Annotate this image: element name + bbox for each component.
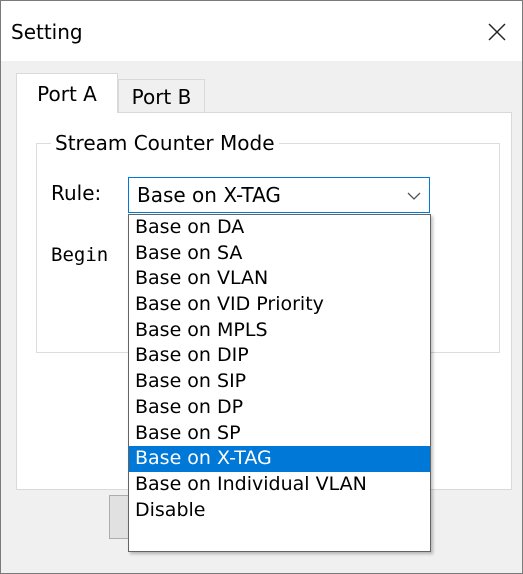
dropdown-option[interactable]: Base on SIP [129, 369, 430, 395]
dropdown-option[interactable]: Disable [129, 498, 430, 524]
dropdown-option[interactable]: Base on SP [129, 421, 430, 447]
tab-port-a-label: Port A [37, 81, 97, 106]
dropdown-option[interactable]: Base on X-TAG [129, 446, 430, 472]
dropdown-option[interactable]: Base on VLAN [129, 266, 430, 292]
tab-port-b-label: Port B [131, 84, 192, 109]
settings-dialog: Setting Port A Port B Stream Counter Mod… [0, 0, 523, 574]
begin-label: Begin [51, 244, 109, 266]
tab-port-b[interactable]: Port B [118, 79, 205, 113]
dropdown-option[interactable]: Base on VID Priority [129, 292, 430, 318]
dropdown-option[interactable]: Base on SA [129, 241, 430, 267]
close-button[interactable] [472, 9, 522, 55]
groupbox-label: Stream Counter Mode [51, 131, 279, 155]
tab-port-a[interactable]: Port A [16, 73, 118, 113]
window-title: Setting [11, 20, 83, 44]
dropdown-option[interactable]: Base on MPLS [129, 318, 430, 344]
title-bar: Setting [1, 1, 522, 61]
dropdown-option[interactable]: Base on DIP [129, 343, 430, 369]
rule-label: Rule: [51, 181, 102, 205]
rule-combobox-value: Base on X-TAG [137, 183, 281, 207]
rule-dropdown-list[interactable]: Base on DA Base on SA Base on VLAN Base on … [128, 214, 431, 552]
close-icon [488, 23, 506, 41]
dropdown-option[interactable]: Base on DA [129, 215, 430, 241]
dropdown-option[interactable]: Base on Individual VLAN [129, 472, 430, 498]
chevron-down-icon [407, 192, 421, 200]
rule-combobox[interactable]: Base on X-TAG [128, 177, 430, 213]
dropdown-option[interactable]: Base on DP [129, 395, 430, 421]
